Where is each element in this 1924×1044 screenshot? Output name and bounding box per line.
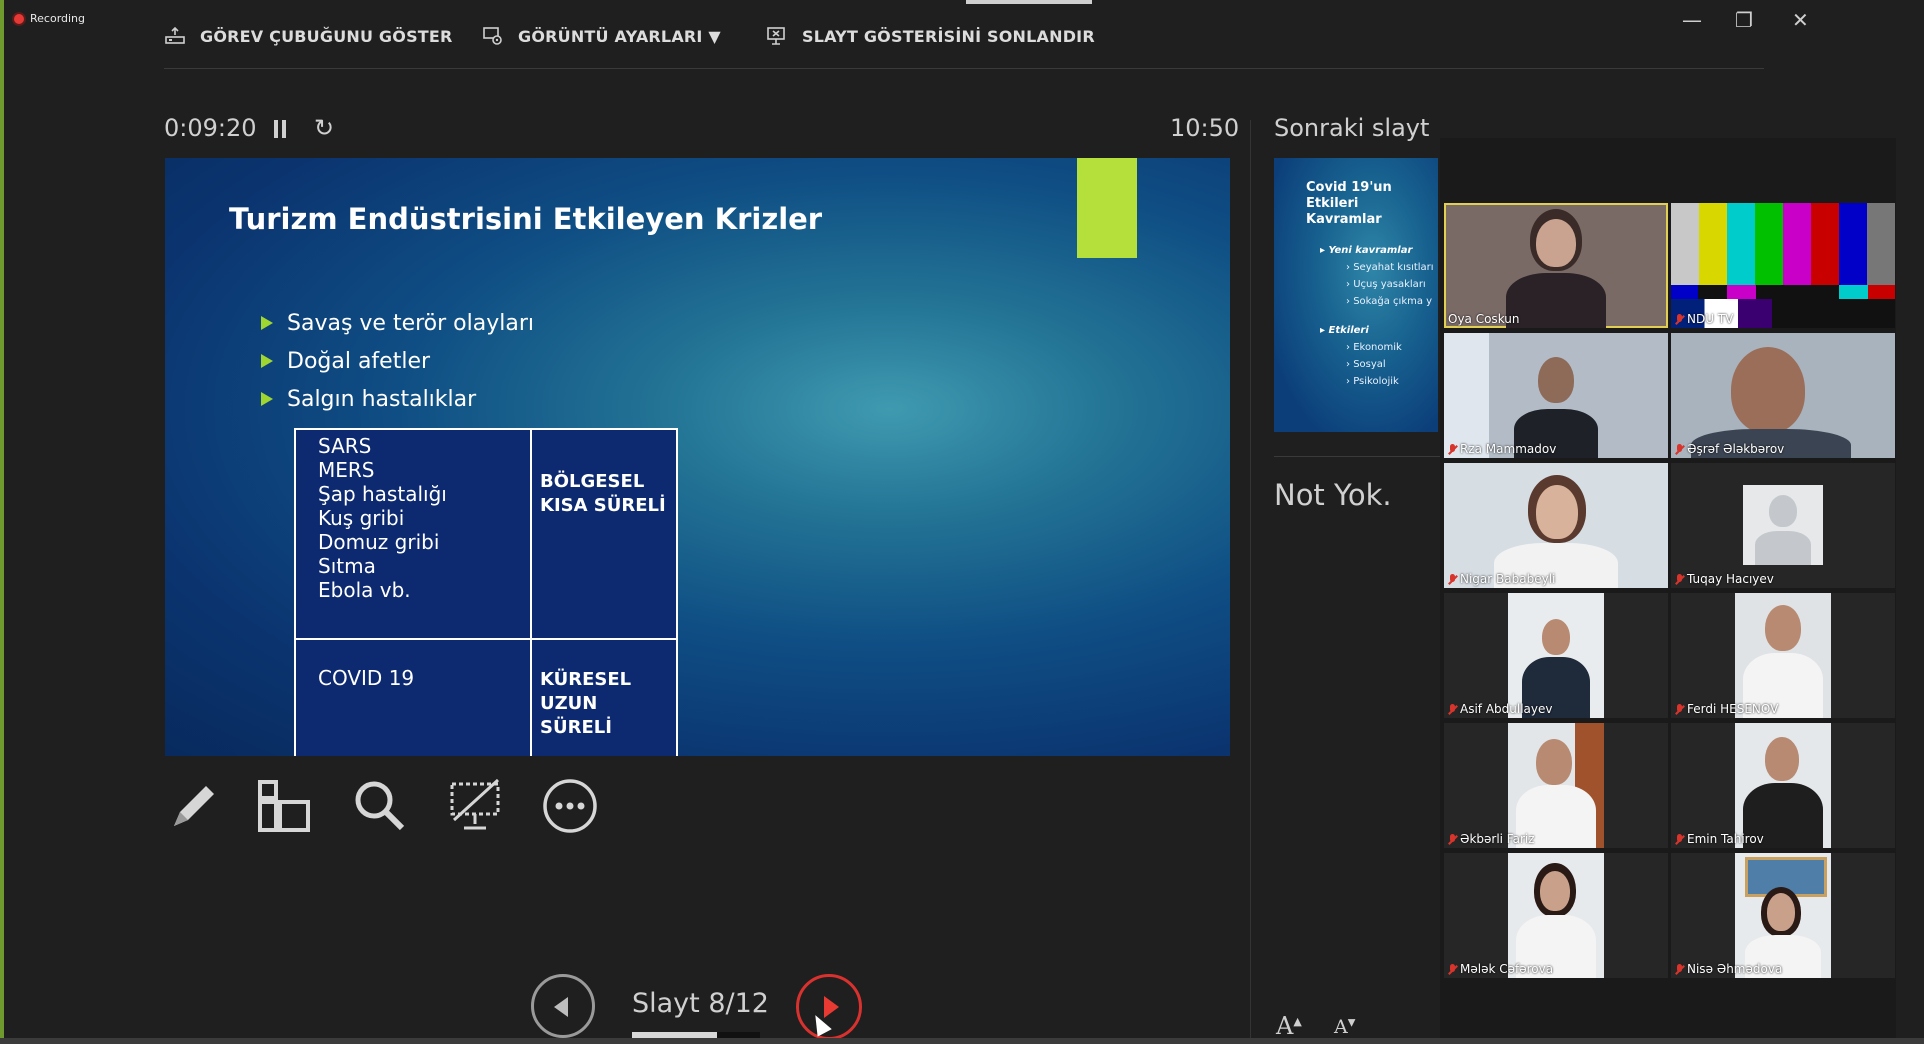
- participant-tile[interactable]: Emin Tahirov: [1671, 723, 1895, 848]
- decrease-font-button[interactable]: A▼: [1334, 1016, 1355, 1038]
- increase-font-button[interactable]: A▲: [1276, 1012, 1302, 1040]
- muted-mic-icon: [1448, 963, 1457, 975]
- muted-mic-icon: [1675, 703, 1684, 715]
- taskbar-icon: [165, 26, 185, 44]
- next-slide-preview[interactable]: Covid 19'un Etkileri Kavramlar ▸ Yeni ka…: [1274, 158, 1438, 432]
- muted-mic-icon: [1675, 833, 1684, 845]
- display-settings-label: GÖRÜNTÜ AYARLARI ▼: [518, 26, 721, 46]
- show-taskbar-label: GÖREV ÇUBUĞUNU GÖSTER: [200, 26, 453, 46]
- slide-accent-block: [1077, 158, 1137, 258]
- muted-mic-icon: [1448, 703, 1457, 715]
- participant-tile[interactable]: Rza Mammadov: [1444, 333, 1668, 458]
- bullet-item: Savaş ve terör olayları: [261, 304, 534, 342]
- muted-mic-icon: [1448, 833, 1457, 845]
- bullet-arrow-icon: [261, 354, 273, 368]
- table-cell: COVID 19: [294, 638, 532, 756]
- crisis-table: SARS MERS Şap hastalığı Kuş gribi Domuz …: [294, 428, 678, 756]
- participant-tile[interactable]: Əkbərli Fariz: [1444, 723, 1668, 848]
- display-settings-button[interactable]: GÖRÜNTÜ AYARLARI ▼: [482, 26, 721, 46]
- muted-mic-icon: [1675, 963, 1684, 975]
- participant-tile[interactable]: Nigar Bababeyli: [1444, 463, 1668, 588]
- bullet-arrow-icon: [261, 316, 273, 330]
- speaker-notes: Not Yok.: [1274, 478, 1392, 512]
- end-slideshow-button[interactable]: SLAYT GÖSTERİSİNİ SONLANDIR: [766, 26, 1095, 46]
- see-all-slides-icon[interactable]: [254, 776, 314, 836]
- close-button[interactable]: ✕: [1792, 8, 1809, 32]
- toolbar-divider: [164, 68, 1764, 69]
- pen-tool-icon[interactable]: [164, 776, 224, 836]
- table-cell: BÖLGESEL KISA SÜRELİ: [530, 428, 678, 640]
- taskbar-strip: [0, 1038, 1924, 1044]
- end-slideshow-icon: [767, 27, 785, 45]
- participant-tile[interactable]: Nisə Əhmədova: [1671, 853, 1895, 978]
- participant-tile[interactable]: Əşrəf Ələkbərov: [1671, 333, 1895, 458]
- elapsed-timer: 0:09:20: [164, 114, 257, 142]
- current-slide[interactable]: Turizm Endüstrisini Etkileyen Krizler Sa…: [165, 158, 1230, 756]
- next-slide-label: Sonraki slayt: [1274, 114, 1430, 142]
- bullet-arrow-icon: [261, 392, 273, 406]
- recording-label: Recording: [30, 12, 86, 25]
- participant-tile[interactable]: Mələk Cəfərova: [1444, 853, 1668, 978]
- bullet-item: Doğal afetler: [261, 342, 534, 380]
- slide-title: Turizm Endüstrisini Etkileyen Krizler: [229, 202, 823, 236]
- participant-tile[interactable]: NDU TV: [1671, 203, 1895, 328]
- show-taskbar-button[interactable]: GÖREV ÇUBUĞUNU GÖSTER: [164, 26, 453, 46]
- bullet-item: Salgın hastalıklar: [261, 380, 534, 418]
- slide-bullet-list: Savaş ve terör olayları Doğal afetler Sa…: [261, 304, 534, 418]
- minimize-button[interactable]: —: [1682, 8, 1702, 32]
- muted-mic-icon: [1448, 443, 1457, 455]
- participant-tile[interactable]: Tuqay Hacıyev: [1671, 463, 1895, 588]
- end-slideshow-label: SLAYT GÖSTERİSİNİ SONLANDIR: [802, 26, 1095, 46]
- more-options-icon[interactable]: [540, 776, 600, 836]
- table-cell: KÜRESEL UZUN SÜRELİ: [530, 638, 678, 756]
- participant-tile[interactable]: Asif Abdullayev: [1444, 593, 1668, 718]
- black-screen-icon[interactable]: [446, 776, 506, 836]
- muted-mic-icon: [1675, 443, 1684, 455]
- panel-divider[interactable]: [1250, 120, 1251, 1044]
- muted-mic-icon: [1675, 573, 1684, 585]
- participant-tile[interactable]: Ferdi HESENOV: [1671, 593, 1895, 718]
- notes-divider: [1274, 456, 1440, 457]
- restore-button[interactable]: ❐: [1735, 8, 1753, 32]
- muted-mic-icon: [1675, 313, 1684, 325]
- muted-mic-icon: [1448, 573, 1457, 585]
- record-dot-icon: [14, 13, 24, 24]
- avatar: [1743, 485, 1823, 565]
- slide-counter: Slayt 8/12: [632, 988, 769, 1019]
- table-cell: SARS MERS Şap hastalığı Kuş gribi Domuz …: [294, 428, 532, 640]
- previous-slide-button[interactable]: [531, 974, 595, 1038]
- window-edge: [0, 0, 4, 1044]
- display-settings-icon: [483, 27, 502, 45]
- participant-tile[interactable]: Oya Coskun: [1444, 203, 1668, 328]
- recording-indicator: Recording: [14, 12, 85, 25]
- next-slide-content: ▸ Yeni kavramlar › Seyahat kısıtları › U…: [1320, 245, 1434, 387]
- next-slide-title: Covid 19'un Etkileri Kavramlar: [1306, 180, 1392, 227]
- top-drag-handle[interactable]: [966, 0, 1092, 4]
- pause-icon[interactable]: [274, 120, 286, 138]
- reset-timer-icon[interactable]: ↻: [314, 114, 334, 142]
- zoom-icon[interactable]: [350, 776, 410, 836]
- current-time: 10:50: [1170, 114, 1240, 142]
